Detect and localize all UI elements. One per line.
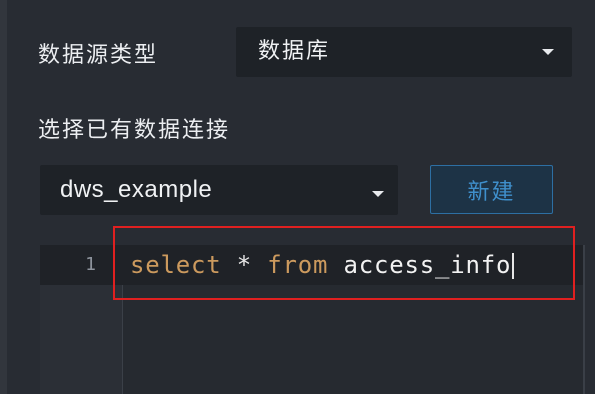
caret-down-icon	[372, 191, 384, 197]
code-token: access_info	[328, 251, 512, 279]
connection-value: dws_example	[60, 176, 213, 203]
datasource-type-label: 数据源类型	[38, 42, 159, 67]
panel-left-border	[0, 0, 7, 394]
datasource-type-value: 数据库	[258, 38, 331, 63]
datasource-type-dropdown[interactable]: 数据库	[236, 27, 572, 77]
caret-down-icon	[542, 49, 554, 55]
code-token-keyword: from	[267, 251, 329, 279]
new-connection-button[interactable]: 新建	[430, 165, 553, 214]
text-cursor	[512, 253, 515, 279]
code-token: *	[221, 251, 268, 279]
gutter-separator	[122, 285, 123, 394]
editor-right-border	[583, 245, 585, 394]
sql-editor[interactable]: 1 select * from access_info	[40, 245, 583, 394]
line-number: 1	[85, 254, 96, 275]
connection-label: 选择已有数据连接	[38, 117, 231, 142]
connection-dropdown[interactable]: dws_example	[40, 165, 398, 215]
code-line[interactable]: select * from access_info	[130, 245, 515, 285]
code-token-keyword: select	[130, 251, 222, 279]
